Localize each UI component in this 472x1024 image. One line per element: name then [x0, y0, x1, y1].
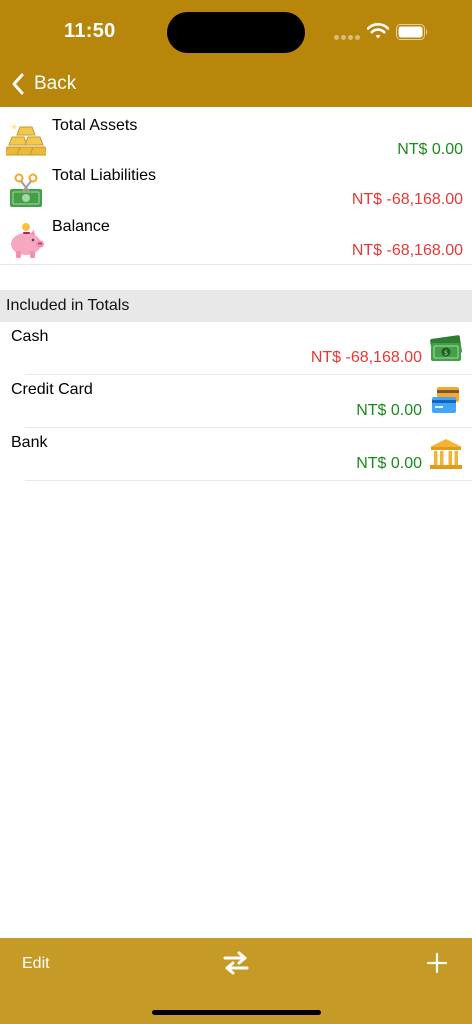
summary-value: NT$ -68,168.00 — [351, 242, 463, 259]
gold-bars-icon — [6, 124, 46, 156]
divider — [0, 264, 472, 265]
battery-icon — [396, 24, 428, 40]
account-name: Bank — [11, 434, 48, 451]
summary-title: Balance — [52, 218, 110, 235]
add-icon[interactable] — [425, 951, 449, 975]
top-header: 11:50 Back — [0, 0, 472, 107]
summary-row-balance: Balance NT$ -68,168.00 — [0, 212, 472, 262]
account-row-bank[interactable]: Bank NT$ 0.00 — [0, 428, 472, 481]
summary-value: NT$ 0.00 — [397, 141, 463, 158]
summary-title: Total Liabilities — [52, 167, 157, 184]
summary-row-total-assets: Total Assets NT$ 0.00 — [0, 111, 472, 161]
summary-title: Total Assets — [52, 117, 138, 134]
dynamic-island — [167, 12, 305, 53]
account-row-credit-card[interactable]: Credit Card NT$ 0.00 — [0, 375, 472, 428]
account-value: NT$ -68,168.00 — [310, 349, 422, 366]
credit-card-icon — [432, 387, 459, 413]
summary-row-total-liabilities: Total Liabilities NT$ -68,168.00 — [0, 161, 472, 211]
svg-text:$: $ — [444, 349, 448, 357]
back-label: Back — [34, 73, 77, 94]
status-time: 11:50 — [64, 20, 116, 42]
transfer-icon[interactable] — [222, 950, 250, 976]
chevron-left-icon — [12, 73, 24, 95]
edit-button[interactable]: Edit — [22, 955, 50, 973]
bank-icon — [430, 439, 462, 469]
account-value: NT$ 0.00 — [356, 455, 422, 472]
account-row-cash[interactable]: Cash NT$ -68,168.00 $ — [0, 322, 472, 375]
account-name: Credit Card — [11, 381, 93, 398]
cellular-signal-icon — [334, 35, 360, 40]
account-value: NT$ 0.00 — [356, 402, 422, 419]
row-separator — [25, 480, 472, 481]
back-button[interactable]: Back — [10, 69, 76, 99]
section-header: Included in Totals — [0, 290, 472, 322]
cash-icon: $ — [430, 335, 462, 361]
summary-value: NT$ -68,168.00 — [351, 191, 463, 208]
bottom-toolbar: Edit — [0, 938, 472, 1024]
account-name: Cash — [11, 328, 49, 345]
home-indicator — [152, 1010, 321, 1015]
cut-money-icon — [10, 173, 42, 207]
section-title: Included in Totals — [6, 297, 130, 314]
wifi-icon — [367, 23, 389, 39]
piggy-bank-icon — [11, 223, 44, 258]
